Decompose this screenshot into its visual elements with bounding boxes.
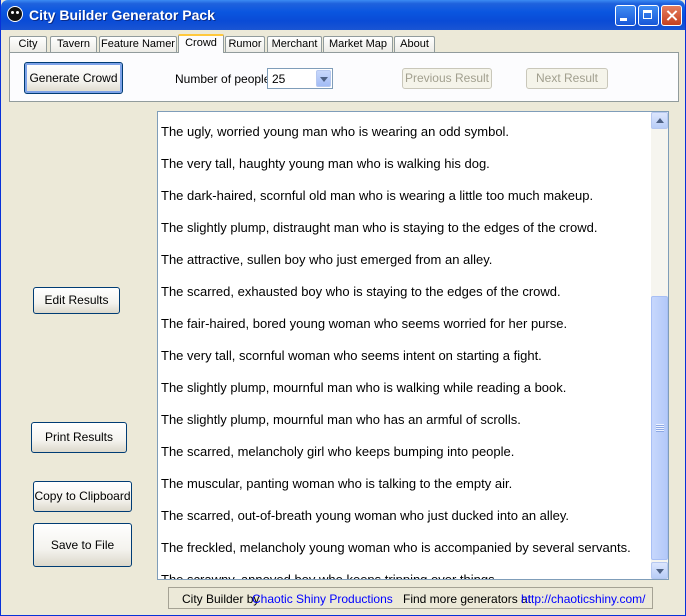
scrollbar-thumb[interactable] (651, 296, 668, 560)
credit-link[interactable]: Chaotic Shiny Productions (252, 592, 393, 606)
grip-icon (656, 424, 664, 432)
more-generators-prefix: Find more generators at (403, 592, 532, 606)
result-line: The freckled, melancholy young woman who… (161, 540, 631, 555)
number-of-people-label: Number of people: (175, 72, 274, 86)
tab-feature-namer[interactable]: Feature Namer (99, 36, 177, 52)
result-line: The slightly plump, distraught man who i… (161, 220, 598, 235)
tab-rumor[interactable]: Rumor (225, 36, 265, 52)
result-line: The scrawny, annoyed boy who keeps tripp… (161, 572, 499, 580)
result-line: The scarred, out-of-breath young woman w… (161, 508, 570, 523)
app-logo-icon[interactable] (7, 6, 23, 22)
tab-crowd[interactable]: Crowd (178, 34, 224, 53)
result-line: The dark-haired, scornful old man who is… (161, 188, 594, 203)
status-bar: City Builder by Chaotic Shiny Production… (168, 587, 653, 609)
number-of-people-select[interactable]: 25 (267, 68, 333, 89)
result-line: The very tall, haughty young man who is … (161, 156, 490, 171)
result-line: The slightly plump, mournful man who is … (161, 380, 567, 395)
generate-crowd-button[interactable]: Generate Crowd (24, 62, 123, 94)
previous-result-button[interactable]: Previous Result (402, 68, 492, 89)
tab-merchant[interactable]: Merchant (267, 36, 322, 52)
website-link[interactable]: http://chaoticshiny.com/ (521, 592, 646, 606)
tab-market-map[interactable]: Market Map (323, 36, 393, 52)
scroll-down-icon[interactable] (651, 562, 668, 579)
result-line: The fair-haired, bored young woman who s… (161, 316, 568, 331)
result-line: The attractive, sullen boy who just emer… (161, 252, 493, 267)
result-line: The scarred, melancholy girl who keeps b… (161, 444, 515, 459)
number-of-people-value: 25 (272, 72, 286, 86)
results-scrollbar[interactable] (651, 112, 668, 579)
copy-to-clipboard-button[interactable]: Copy to Clipboard (33, 481, 132, 512)
next-result-button[interactable]: Next Result (526, 68, 608, 89)
close-button[interactable] (661, 5, 682, 26)
save-to-file-button[interactable]: Save to File (33, 523, 132, 567)
tab-about[interactable]: About (394, 36, 435, 52)
tab-city[interactable]: City (9, 36, 47, 52)
result-line: The slightly plump, mournful man who has… (161, 412, 521, 427)
app-window: City Builder Generator Pack City Tavern … (0, 0, 686, 616)
window-title: City Builder Generator Pack (29, 7, 215, 23)
result-line: The scarred, exhausted boy who is stayin… (161, 284, 561, 299)
result-line: The muscular, panting woman who is talki… (161, 476, 513, 491)
result-line: The very tall, scornful woman who seems … (161, 348, 542, 363)
results-list: The ugly, worried young man who is weari… (161, 124, 651, 580)
results-textbox[interactable]: The ugly, worried young man who is weari… (157, 111, 669, 580)
credit-prefix: City Builder by (182, 592, 260, 606)
scroll-up-icon[interactable] (651, 112, 668, 129)
tab-tavern[interactable]: Tavern (50, 36, 97, 52)
edit-results-button[interactable]: Edit Results (33, 287, 120, 314)
result-line: The ugly, worried young man who is weari… (161, 124, 510, 139)
title-bar[interactable]: City Builder Generator Pack (1, 0, 685, 30)
print-results-button[interactable]: Print Results (31, 422, 127, 453)
minimize-button[interactable] (615, 5, 636, 26)
chevron-down-icon[interactable] (316, 70, 331, 87)
maximize-button[interactable] (638, 5, 659, 26)
